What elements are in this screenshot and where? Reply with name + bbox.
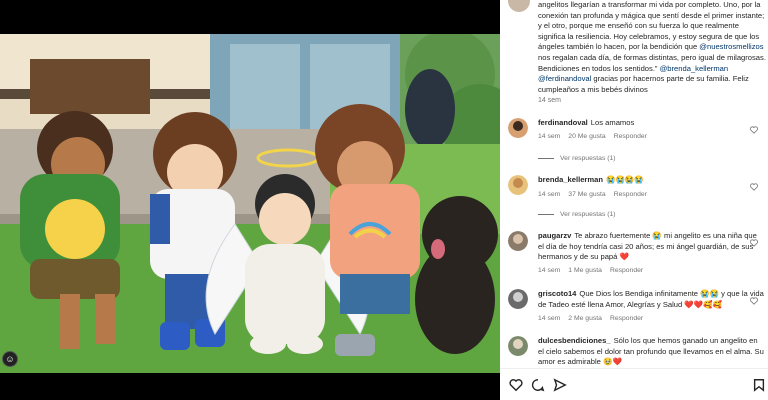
action-bar [500,368,768,400]
comment-text: Los amamos [590,118,635,127]
reply-button[interactable]: Responder [614,191,647,198]
comment-username[interactable]: paugarzv [538,231,571,240]
heart-icon[interactable] [750,126,758,134]
comment-username[interactable]: brenda_kellerman [538,175,603,184]
comment-time: 14 sem [538,315,561,322]
post-caption: angelitos llegarían a transformar mi vid… [538,0,766,94]
avatar[interactable] [508,231,528,251]
comment-username[interactable]: griscoto14 [538,289,576,298]
reply-button[interactable]: Responder [614,133,647,140]
comment-likes[interactable]: 37 Me gusta [568,191,605,198]
comments-panel: angelitos llegarían a transformar mi vid… [500,0,768,400]
mention-link[interactable]: @nuestrosmellizos [699,42,763,51]
comment-time: 14 sem [538,133,561,140]
heart-icon[interactable] [750,297,758,305]
comment-text: 😭😭😭😭 [606,175,644,184]
comment-time: 14 sem [538,267,561,274]
post-image[interactable] [0,34,500,373]
photo-bottom-bar [0,373,500,400]
reply-button[interactable]: Responder [610,315,643,322]
heart-icon[interactable] [750,239,758,247]
view-replies-button[interactable]: Ver respuestas (1) [538,211,616,218]
photo-top-bar [0,0,500,34]
comment-likes[interactable]: 2 Me gusta [568,315,602,322]
author-avatar[interactable] [508,0,530,12]
avatar[interactable] [508,289,528,309]
comment-likes[interactable]: 1 Me gusta [568,267,602,274]
mention-link[interactable]: @brenda_kellerman [660,64,729,73]
comment-username[interactable]: ferdinandoval [538,118,588,127]
avatar[interactable] [508,336,528,356]
comment-time: 14 sem [538,191,561,198]
caption-time: 14 sem [538,97,561,104]
share-icon[interactable] [553,378,567,392]
comment-likes[interactable]: 20 Me gusta [568,133,605,140]
avatar[interactable] [508,118,528,138]
reply-button[interactable]: Responder [610,267,643,274]
heart-icon[interactable] [750,183,758,191]
view-replies-button[interactable]: Ver respuestas (1) [538,155,616,162]
mention-link[interactable]: @ferdinandoval [538,74,591,83]
avatar[interactable] [508,175,528,195]
heart-icon[interactable] [509,378,523,392]
comment-username[interactable]: dulcesbendiciones_ [538,336,611,345]
user-tag-icon[interactable]: ☺ [2,351,18,367]
bookmark-icon[interactable] [752,378,766,392]
comment-icon[interactable] [531,378,545,392]
